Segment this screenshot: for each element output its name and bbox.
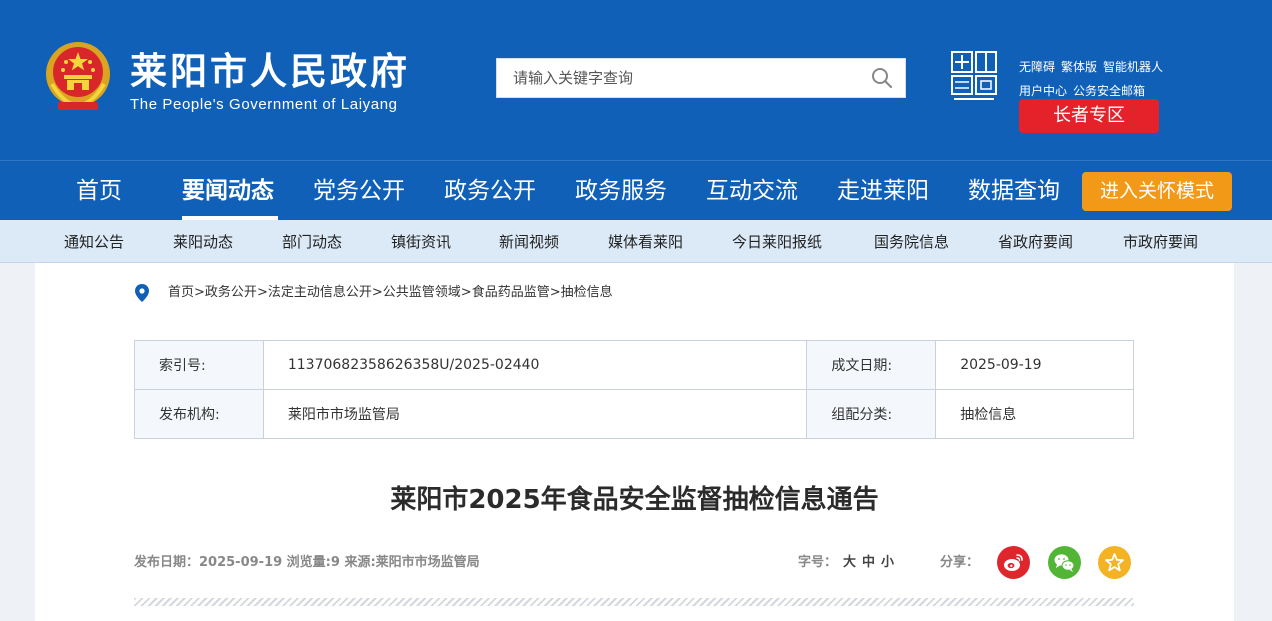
nav-item-data-query[interactable]: 数据查询 [968, 175, 1060, 207]
wechat-icon[interactable] [1048, 546, 1081, 579]
org-label: 发布机构: [134, 389, 264, 439]
font-size-medium[interactable]: 中 [862, 555, 875, 570]
user-center-link[interactable]: 用户中心 [1019, 84, 1067, 98]
site-header: 莱阳市人民政府 The People's Government of Laiya… [0, 0, 1272, 160]
table-row: 索引号: 11370682358626358U/2025-02440 成文日期:… [134, 340, 1134, 390]
traditional-chinese-link[interactable]: 繁体版 [1061, 60, 1097, 74]
accessibility-link[interactable]: 无障碍 [1019, 60, 1055, 74]
category-label: 组配分类: [806, 389, 937, 439]
care-mode-button[interactable]: 进入关怀模式 [1082, 172, 1232, 211]
index-value: 11370682358626358U/2025-02440 [262, 340, 808, 390]
font-size-large[interactable]: 大 [843, 555, 856, 570]
site-title[interactable]: 莱阳市人民政府 [130, 48, 410, 96]
breadcrumb-public-supervision[interactable]: 公共监管领域 [383, 285, 461, 300]
category-value: 抽检信息 [935, 389, 1134, 439]
subnav-item-town-news[interactable]: 镇街资讯 [391, 231, 451, 253]
main-navigation: 首页 要闻动态 党务公开 政务公开 政务服务 互动交流 走进莱阳 数据查询 进入… [0, 160, 1272, 220]
subnav-item-city-news[interactable]: 市政府要闻 [1123, 231, 1198, 253]
index-label: 索引号: [134, 340, 264, 390]
search-box [496, 58, 906, 98]
breadcrumb-statutory-disclosure[interactable]: 法定主动信息公开 [268, 285, 372, 300]
article-info: 发布日期：2025-09-19 浏览量:9 来源:莱阳市市场监管局 [134, 555, 480, 570]
subnav-item-media-view[interactable]: 媒体看莱阳 [608, 231, 683, 253]
favorite-icon[interactable] [1098, 546, 1131, 579]
breadcrumb-food-drug[interactable]: 食品药品监管 [472, 285, 550, 300]
breadcrumb-gov-affairs[interactable]: 政务公开 [205, 285, 257, 300]
font-size-small[interactable]: 小 [881, 555, 894, 570]
nav-item-party-affairs[interactable]: 党务公开 [313, 175, 405, 207]
nav-item-home[interactable]: 首页 [76, 175, 122, 207]
subnav-item-notices[interactable]: 通知公告 [64, 231, 124, 253]
date-value: 2025-09-19 [935, 340, 1134, 390]
breadcrumb-home[interactable]: 首页 [168, 285, 194, 300]
national-emblem-icon [46, 42, 110, 110]
document-meta-table: 索引号: 11370682358626358U/2025-02440 成文日期:… [134, 340, 1134, 439]
article-title: 莱阳市2025年食品安全监督抽检信息通告 [390, 485, 879, 515]
smart-robot-link[interactable]: 智能机器人 [1103, 60, 1163, 74]
nav-item-interaction[interactable]: 互动交流 [706, 175, 798, 207]
nav-item-government-services[interactable]: 政务服务 [575, 175, 667, 207]
official-mailbox-link[interactable]: 公务安全邮箱 [1073, 84, 1145, 98]
subnav-item-state-council[interactable]: 国务院信息 [874, 231, 949, 253]
date-label: 成文日期: [806, 340, 937, 390]
yantai-china-logo-icon [951, 51, 997, 100]
subnav-item-province-news[interactable]: 省政府要闻 [998, 231, 1073, 253]
nav-item-about-laiyang[interactable]: 走进莱阳 [837, 175, 929, 207]
subnav-item-laiyang-news[interactable]: 莱阳动态 [173, 231, 233, 253]
font-size-switcher: 字号： 大中小 [798, 553, 894, 573]
subnav-item-news-video[interactable]: 新闻视频 [499, 231, 559, 253]
divider-stripe [134, 598, 1134, 606]
share-label: 分享： [940, 555, 980, 570]
org-value: 莱阳市市场监管局 [262, 389, 808, 439]
font-size-label: 字号： [798, 555, 838, 570]
nav-item-news[interactable]: 要闻动态 [182, 175, 274, 207]
article-content: 首页>政务公开>法定主动信息公开>公共监管领域>食品药品监管>抽检信息 索引号:… [35, 263, 1234, 621]
utility-links: 无障碍 繁体版 智能机器人 用户中心 公务安全邮箱 [1019, 55, 1219, 103]
sub-navigation: 通知公告 莱阳动态 部门动态 镇街资讯 新闻视频 媒体看莱阳 今日莱阳报纸 国务… [0, 220, 1272, 263]
subnav-item-department-news[interactable]: 部门动态 [282, 231, 342, 253]
nav-item-government-affairs[interactable]: 政务公开 [444, 175, 536, 207]
site-subtitle: The People's Government of Laiyang [130, 96, 398, 113]
weibo-icon[interactable] [997, 546, 1030, 579]
subnav-item-today-newspaper[interactable]: 今日莱阳报纸 [732, 231, 822, 253]
elder-zone-button[interactable]: 长者专区 [1019, 99, 1159, 133]
table-row: 发布机构: 莱阳市市场监管局 组配分类: 抽检信息 [134, 389, 1134, 439]
search-input[interactable] [497, 59, 857, 97]
search-icon[interactable] [871, 67, 893, 89]
breadcrumb-sampling-info[interactable]: 抽检信息 [561, 285, 613, 300]
location-pin-icon [135, 284, 149, 302]
